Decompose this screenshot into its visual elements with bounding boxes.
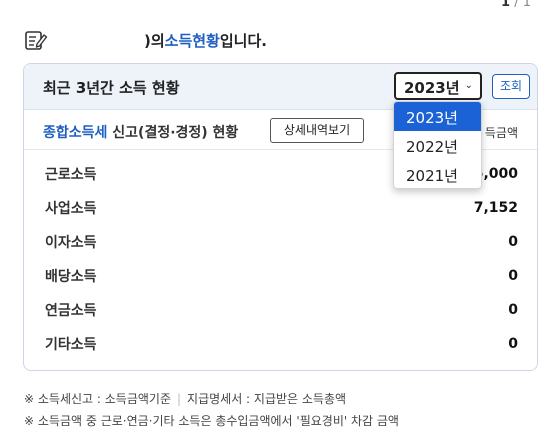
income-value: 0 bbox=[508, 302, 518, 318]
heading-text-suffix: 입니다. bbox=[219, 31, 267, 50]
page-heading: )의 소득현황 입니다. bbox=[24, 29, 267, 51]
pagination: 1 / 1 bbox=[501, 0, 531, 10]
list-item: 배당소득 0 bbox=[24, 260, 537, 294]
income-label: 이자소득 bbox=[45, 235, 97, 251]
chevron-down-icon: ⌄ bbox=[464, 80, 473, 91]
filing-status-rest: 신고(결정·경정) 현황 bbox=[107, 125, 239, 141]
year-select[interactable]: 2023년 ⌄ bbox=[394, 72, 482, 100]
list-item: 이자소득 0 bbox=[24, 226, 537, 260]
income-value: 0 bbox=[508, 268, 518, 284]
income-label: 사업소득 bbox=[45, 201, 97, 217]
total-pages: 1 bbox=[522, 0, 531, 10]
year-select-value: 2023년 bbox=[404, 79, 460, 97]
income-label: 배당소득 bbox=[45, 269, 97, 285]
column-header-amount: 득금액 bbox=[484, 126, 518, 140]
footnote-1a: ※ 소득세신고 : 소득금액기준 bbox=[24, 392, 171, 406]
footnote-1b: 지급명세서 : 지급받은 소득총액 bbox=[187, 392, 347, 406]
detail-view-button[interactable]: 상세내역보기 bbox=[270, 118, 364, 143]
filing-status-title: 종합소득세 신고(결정·경정) 현황 bbox=[43, 122, 238, 142]
heading-text-prefix: )의 bbox=[144, 31, 165, 50]
heading-highlight: 소득현황 bbox=[164, 31, 220, 50]
current-page: 1 bbox=[501, 0, 511, 10]
masked-name bbox=[56, 31, 144, 49]
footnote-1: ※ 소득세신고 : 소득금액기준 | 지급명세서 : 지급받은 소득총액 bbox=[24, 388, 399, 410]
query-button[interactable]: 조회 bbox=[492, 74, 530, 99]
income-label: 근로소득 bbox=[45, 167, 97, 183]
footnote-2: ※ 소득금액 중 근로·연금·기타 소득은 총수입금액에서 '필요경비' 차감 … bbox=[24, 414, 399, 428]
income-label: 연금소득 bbox=[45, 303, 97, 319]
filing-status-highlight: 종합소득세 bbox=[43, 125, 108, 141]
income-value: 0 bbox=[508, 336, 518, 352]
footnotes: ※ 소득세신고 : 소득금액기준 | 지급명세서 : 지급받은 소득총액 ※ 소득금… bbox=[24, 388, 399, 432]
list-item: 연금소득 0 bbox=[24, 294, 537, 328]
year-option-2023[interactable]: 2023년 bbox=[394, 102, 481, 131]
list-item: 사업소득 7,152 bbox=[24, 192, 537, 226]
list-item: 기타소득 0 bbox=[24, 328, 537, 362]
income-label: 기타소득 bbox=[45, 337, 97, 353]
year-dropdown-menu: 2023년 2022년 2021년 bbox=[393, 101, 482, 189]
card-title: 최근 3년간 소득 현황 bbox=[43, 79, 180, 97]
year-option-2021[interactable]: 2021년 bbox=[394, 160, 481, 188]
income-value: 7,152 bbox=[473, 200, 518, 216]
year-option-2022[interactable]: 2022년 bbox=[394, 131, 481, 160]
footnote-separator: | bbox=[176, 392, 182, 406]
income-value: 0 bbox=[508, 234, 518, 250]
page-separator: / bbox=[510, 0, 523, 10]
document-edit-icon bbox=[25, 31, 48, 50]
